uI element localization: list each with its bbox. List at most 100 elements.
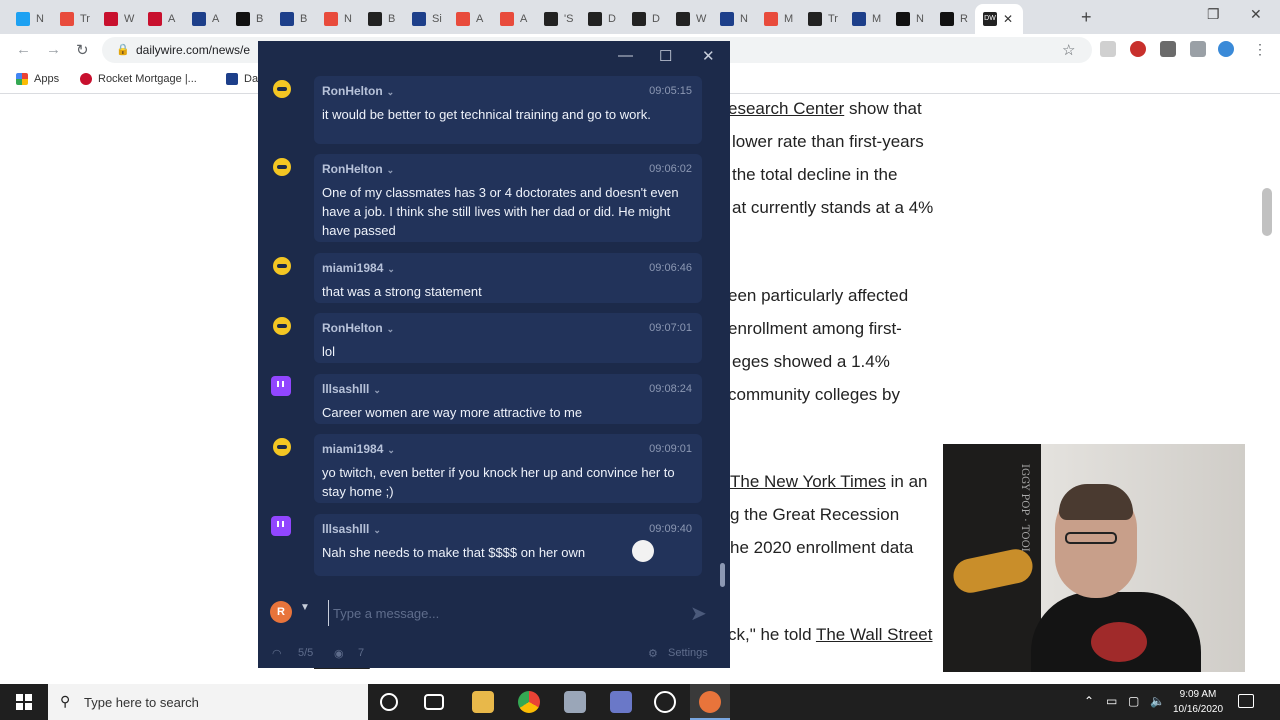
browser-tab[interactable]: W (668, 4, 714, 34)
obs-icon[interactable] (654, 691, 676, 713)
active-tab[interactable]: DW ✕ (975, 4, 1023, 34)
chevron-down-icon[interactable]: ⌄ (373, 385, 381, 395)
reload-button[interactable]: ↻ (76, 41, 89, 59)
chat-username[interactable]: miami1984 ⌄ (322, 261, 395, 275)
gear-icon[interactable]: ⚙ (648, 647, 658, 660)
chevron-down-icon[interactable]: ▼ (300, 602, 310, 613)
profile-avatar[interactable] (1218, 41, 1234, 57)
restore-window-icon[interactable]: ❐ (1207, 6, 1220, 23)
minimize-icon[interactable]: — (618, 47, 633, 64)
bookmark-third[interactable]: Da (226, 73, 258, 85)
bookmark-apps[interactable]: Apps (16, 73, 59, 85)
browser-tab[interactable]: Si (404, 4, 450, 34)
restream-icon[interactable] (699, 691, 721, 713)
network-icon[interactable]: ▭ (1106, 694, 1117, 708)
chat-username[interactable]: miami1984 ⌄ (322, 442, 395, 456)
chevron-down-icon[interactable]: ⌄ (387, 87, 395, 97)
back-button[interactable]: ← (16, 41, 31, 58)
browser-tab[interactable]: W (96, 4, 142, 34)
browser-tab[interactable]: D (580, 4, 626, 34)
bookmark-rocket-mortgage[interactable]: Rocket Mortgage |... (80, 73, 197, 85)
puzzle-extensions-icon[interactable] (1160, 41, 1176, 57)
reading-list-icon[interactable] (1190, 41, 1206, 57)
browser-tab[interactable]: M (844, 4, 890, 34)
user-avatar[interactable]: R (270, 601, 292, 623)
maximize-icon[interactable]: ☐ (659, 47, 672, 65)
chat-scrollbar[interactable] (720, 563, 725, 587)
extension-icon[interactable] (1100, 41, 1116, 57)
system-clock[interactable]: 9:09 AM 10/16/2020 (1168, 687, 1228, 717)
chat-message-text: Career women are way more attractive to … (322, 405, 583, 420)
browser-tab[interactable]: B (228, 4, 274, 34)
chat-message: miami1984 ⌄ 09:09:01 yo twitch, even better… (314, 434, 702, 503)
close-icon[interactable]: ✕ (702, 47, 715, 65)
chat-username[interactable]: lllsashlll ⌄ (322, 522, 381, 536)
bookmark-star-icon[interactable]: ☆ (1062, 41, 1075, 59)
browser-tab[interactable]: A (184, 4, 230, 34)
article-text: g the Great Recession (730, 505, 900, 524)
browser-tab[interactable]: B (360, 4, 406, 34)
article-text: ck," he told (728, 625, 816, 644)
browser-tab[interactable]: N (888, 4, 934, 34)
tab-favicon-icon (148, 12, 162, 26)
browser-tab[interactable]: A (448, 4, 494, 34)
tray-chevron-icon[interactable]: ⌃ (1084, 694, 1094, 708)
browser-tab[interactable]: N (712, 4, 758, 34)
browser-tab[interactable]: A (140, 4, 186, 34)
url-text: dailywire.com/news/e (136, 43, 251, 57)
browser-tab[interactable]: B (272, 4, 318, 34)
browser-tab[interactable]: N (316, 4, 362, 34)
chevron-down-icon[interactable]: ⌄ (387, 445, 395, 455)
close-window-icon[interactable]: ✕ (1250, 6, 1262, 23)
tab-favicon-icon (324, 12, 338, 26)
chevron-down-icon[interactable]: ⌄ (387, 264, 395, 274)
chat-username[interactable]: RonHelton ⌄ (322, 162, 394, 176)
notifications-icon[interactable] (1238, 694, 1254, 708)
browser-tab[interactable]: A (492, 4, 538, 34)
taskbar-search[interactable]: ⚲ Type here to search (48, 684, 368, 720)
chevron-down-icon[interactable]: ⌄ (373, 525, 381, 535)
youtube-gaming-icon (271, 315, 293, 337)
article-link[interactable]: The Wall Street (816, 625, 933, 644)
browser-tab[interactable]: D (624, 4, 670, 34)
cortana-icon[interactable] (380, 693, 398, 711)
extension-badge-icon[interactable] (1130, 41, 1146, 57)
browser-tab[interactable]: 'S (536, 4, 582, 34)
chat-message-text: that was a strong statement (322, 284, 482, 299)
chat-app-icon[interactable] (610, 691, 632, 713)
chevron-down-icon[interactable]: ⌄ (387, 324, 395, 334)
settings-button[interactable]: Settings (668, 647, 708, 659)
article-link[interactable]: The New York Times (730, 472, 886, 491)
clock-date: 10/16/2020 (1172, 704, 1224, 715)
browser-tab[interactable]: Tr (52, 4, 98, 34)
article-line: at currently stands at a 4% (732, 198, 933, 218)
chrome-icon[interactable] (518, 691, 540, 713)
close-tab-icon[interactable]: ✕ (1003, 12, 1013, 26)
chat-username[interactable]: RonHelton ⌄ (322, 84, 394, 98)
display-icon[interactable]: ▢ (1128, 694, 1139, 708)
message-input[interactable] (328, 600, 678, 626)
chevron-down-icon[interactable]: ⌄ (387, 165, 395, 175)
chat-username[interactable]: RonHelton ⌄ (322, 321, 394, 335)
page-scrollbar[interactable] (1262, 188, 1272, 236)
chat-message: RonHelton ⌄ 09:06:02 One of my classmates h… (314, 154, 702, 242)
youtube-gaming-icon (271, 436, 293, 458)
browser-tab[interactable]: Tr (800, 4, 846, 34)
browser-menu-icon[interactable]: ⋮ (1252, 41, 1268, 57)
app-window-icon[interactable] (564, 691, 586, 713)
volume-icon[interactable]: 🔈 (1150, 694, 1165, 708)
browser-tab[interactable]: R (932, 4, 978, 34)
article-link[interactable]: esearch Center (728, 99, 844, 118)
forward-button[interactable]: → (46, 41, 61, 58)
article-line: eges showed a 1.4% (732, 352, 890, 372)
browser-tab[interactable]: M (756, 4, 802, 34)
article-line: lower rate than first-years (732, 132, 924, 152)
browser-tab[interactable]: N (8, 4, 54, 34)
chat-username[interactable]: lllsashlll ⌄ (322, 382, 381, 396)
task-view-icon[interactable] (424, 694, 444, 710)
new-tab-button[interactable]: + (1081, 7, 1092, 28)
send-icon[interactable]: ➤ (690, 601, 707, 626)
platform-count: 5/5 (298, 647, 314, 659)
windows-start-button[interactable] (16, 694, 32, 710)
file-explorer-icon[interactable] (472, 691, 494, 713)
